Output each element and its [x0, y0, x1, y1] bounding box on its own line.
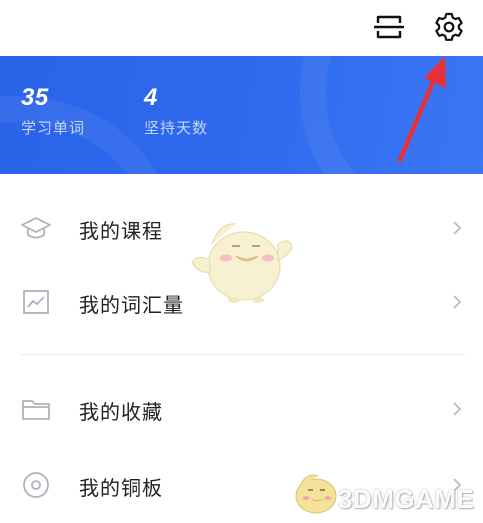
stat-label: 学习单词 [21, 120, 86, 137]
mascot-watermark-image [191, 223, 293, 303]
section-divider [20, 354, 466, 355]
menu-item-label: 我的词汇量 [79, 295, 184, 317]
stat-value: 35 [21, 84, 49, 111]
chart-icon [23, 290, 49, 314]
stat-days-persisted[interactable]: 4 坚持天数 [144, 84, 208, 138]
folder-icon [22, 400, 50, 420]
coin-icon [23, 472, 49, 498]
stat-words-learned[interactable]: 35 学习单词 [21, 84, 85, 138]
chevron-right-icon [453, 221, 462, 235]
menu-item-label: 我的铜板 [79, 478, 163, 500]
scan-button[interactable] [372, 10, 406, 44]
graduation-cap-icon [21, 217, 51, 239]
chevron-right-icon [453, 402, 462, 416]
annotation-arrow [397, 56, 446, 163]
top-bar [0, 0, 483, 56]
gear-icon [435, 12, 463, 41]
menu-item-my-favorites[interactable]: 我的收藏 [0, 373, 483, 445]
stat-value: 4 [144, 84, 158, 111]
scan-icon [374, 15, 404, 39]
watermark-text: 3DMGAME [338, 484, 475, 514]
settings-button[interactable] [432, 10, 466, 44]
stat-label: 坚持天数 [144, 120, 209, 137]
menu-item-label: 我的收藏 [79, 402, 163, 424]
menu-item-label: 我的课程 [79, 221, 163, 243]
chevron-right-icon [453, 295, 462, 309]
